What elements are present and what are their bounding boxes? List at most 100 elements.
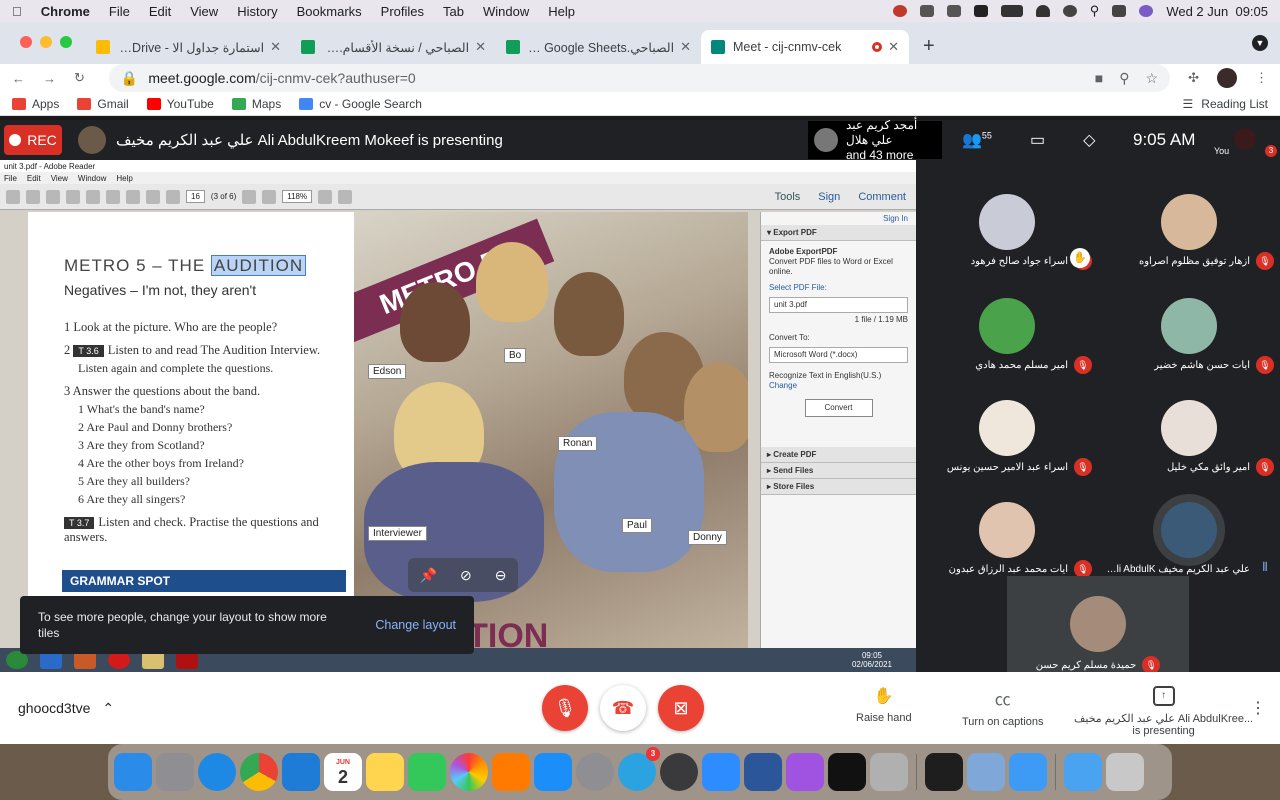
camera-toggle-button[interactable]: ⊠: [658, 685, 704, 731]
system-preferences-icon[interactable]: [576, 753, 614, 791]
vscode-icon[interactable]: [282, 753, 320, 791]
extensions-icon[interactable]: ✣: [1188, 70, 1199, 86]
preview-icon[interactable]: [967, 753, 1005, 791]
terminal-icon[interactable]: [925, 753, 963, 791]
telegram-icon[interactable]: 3: [618, 747, 660, 791]
participant-tile[interactable]: 🎙 اسراء عبد الامير حسين يونس: [916, 378, 1098, 482]
address-bar[interactable]: 🔒 meet.google.com /cij-cnmv-cek?authuser…: [108, 64, 1171, 92]
safari-icon[interactable]: [198, 753, 236, 791]
installer-icon[interactable]: [870, 753, 908, 791]
participant-tile[interactable]: 🎙 حميدة مسلم كريم حسن: [1007, 576, 1189, 680]
menu-tab[interactable]: Tab: [443, 4, 464, 19]
photos-icon[interactable]: [450, 753, 488, 791]
participant-tile[interactable]: 🎙 آيات محمد عبد الرزاق عبدون: [916, 480, 1098, 584]
close-window-button[interactable]: [20, 36, 32, 48]
battery-icon[interactable]: [1000, 5, 1023, 17]
chrome-menu-icon[interactable]: ⋮: [1255, 70, 1268, 86]
minimize-window-button[interactable]: [40, 36, 52, 48]
mute-presenter-icon[interactable]: ⊘: [460, 567, 472, 584]
menu-bookmarks[interactable]: Bookmarks: [297, 4, 362, 19]
app-store-icon[interactable]: [534, 753, 572, 791]
mail-icon[interactable]: [1009, 753, 1047, 791]
menu-help[interactable]: Help: [548, 4, 575, 19]
menu-view[interactable]: View: [190, 4, 218, 19]
e-app-icon[interactable]: [973, 5, 988, 17]
participant-tile-speaking[interactable]: ⦀ علي عبد الكريم مخيف Ali AbdulK...: [1098, 480, 1280, 584]
bookmark-gmail[interactable]: Gmail: [77, 97, 129, 111]
clock-icon[interactable]: [1062, 5, 1077, 17]
facetime-icon[interactable]: [408, 753, 446, 791]
books-icon[interactable]: [492, 753, 530, 791]
tab-google-meet[interactable]: Meet - cij-cnmv-cek ✕: [701, 30, 909, 64]
zoom-icon[interactable]: [702, 753, 740, 791]
profile-avatar[interactable]: [1217, 68, 1237, 88]
downloads-folder-icon[interactable]: [1064, 753, 1102, 791]
participant-tile[interactable]: 🎙 امير مسلم محمد هادي: [916, 276, 1098, 380]
forward-icon[interactable]: →: [43, 71, 56, 86]
mute-icon[interactable]: [919, 5, 934, 17]
chrome-icon[interactable]: [240, 753, 278, 791]
participant-tile[interactable]: 🎙اسراء جواد صالح فرهود ✋: [916, 172, 1098, 276]
raise-hand-button[interactable]: ✋ Raise hand: [856, 686, 912, 724]
bookmark-maps[interactable]: Maps: [231, 97, 281, 111]
self-avatar[interactable]: [1234, 128, 1256, 150]
tab-search-icon[interactable]: ▼: [1252, 35, 1268, 51]
word-icon[interactable]: [744, 753, 782, 791]
apple-icon[interactable]: : [12, 4, 22, 19]
close-tab-icon[interactable]: ✕: [888, 39, 899, 55]
participant-tile[interactable]: 🎙 أزهار توفيق مظلوم اصراوه: [1098, 172, 1280, 276]
lock-icon[interactable]: 🔒: [121, 70, 138, 87]
camera-permission-icon[interactable]: ■: [1095, 70, 1103, 87]
menu-file[interactable]: File: [109, 4, 130, 19]
chat-icon[interactable]: ▭: [1030, 130, 1045, 150]
menubar-clock[interactable]: Wed 2 Jun 09:05: [1166, 4, 1268, 19]
tab-google-drive[interactable]: استمارة جداول الا - Google Drive ✕: [86, 30, 291, 64]
recording-badge[interactable]: REC: [4, 125, 62, 155]
leave-call-button[interactable]: ☎: [600, 685, 646, 731]
reload-icon[interactable]: ↻: [74, 70, 85, 86]
notes-icon[interactable]: [366, 753, 404, 791]
pin-icon[interactable]: 📌: [420, 567, 437, 584]
menu-profiles[interactable]: Profiles: [381, 4, 424, 19]
bluetooth-off-icon[interactable]: [946, 5, 961, 17]
search-icon[interactable]: ⚲: [1090, 3, 1100, 19]
bookmark-apps[interactable]: Apps: [12, 97, 59, 111]
remove-icon[interactable]: ⊖: [495, 567, 507, 584]
zoom-window-button[interactable]: [60, 36, 72, 48]
participant-tile[interactable]: 🎙 امير وائق مكي خليل: [1098, 378, 1280, 482]
menu-window[interactable]: Window: [483, 4, 529, 19]
menu-history[interactable]: History: [237, 4, 277, 19]
podcasts-icon[interactable]: [786, 753, 824, 791]
bookmark-youtube[interactable]: YouTube: [146, 97, 214, 111]
wifi-icon[interactable]: [1035, 5, 1050, 17]
new-tab-button[interactable]: +: [923, 35, 935, 58]
participant-tile[interactable]: 🎙 آيات حسن هاشم خضير: [1098, 276, 1280, 380]
close-tab-icon[interactable]: ✕: [270, 39, 281, 55]
reading-list-button[interactable]: ☰ Reading List: [1183, 97, 1268, 111]
notification-icon[interactable]: [892, 5, 907, 17]
activities-icon[interactable]: ◇: [1083, 130, 1095, 150]
trash-icon[interactable]: [1106, 753, 1144, 791]
quicktime-icon[interactable]: [660, 753, 698, 791]
back-icon[interactable]: ←: [12, 71, 25, 86]
change-layout-button[interactable]: Change layout: [375, 618, 456, 632]
close-tab-icon[interactable]: ✕: [475, 39, 486, 55]
close-tab-icon[interactable]: ✕: [680, 39, 691, 55]
people-icon[interactable]: 👥55: [962, 130, 992, 150]
menu-app-name[interactable]: Chrome: [41, 4, 90, 19]
tab-sheets-xlsx[interactable]: الصباحي.xlsx - Google Sheets ✕: [496, 30, 701, 64]
captions-button[interactable]: ㏄ Turn on captions: [962, 686, 1044, 728]
meeting-details[interactable]: ghoocd3tve ⌃: [18, 700, 114, 717]
presenting-status[interactable]: ↑ علي عبد الكريم مخيف Ali AbdulKree... i…: [1074, 686, 1253, 737]
control-center-icon[interactable]: [1112, 5, 1127, 17]
calendar-icon[interactable]: JUN 2: [324, 753, 362, 791]
siri-icon[interactable]: [1139, 5, 1154, 17]
apple-tv-icon[interactable]: [828, 753, 866, 791]
mic-toggle-button[interactable]: 🎙: [542, 685, 588, 731]
bookmark-cv-search[interactable]: cv - Google Search: [299, 97, 422, 111]
menu-edit[interactable]: Edit: [149, 4, 171, 19]
launchpad-icon[interactable]: [156, 753, 194, 791]
finder-icon[interactable]: [114, 753, 152, 791]
more-options-icon[interactable]: ⋮: [1250, 698, 1266, 718]
tab-sheets-copy[interactable]: الصباحي / نسخة الأقسام.Sheets ✕: [291, 30, 496, 64]
